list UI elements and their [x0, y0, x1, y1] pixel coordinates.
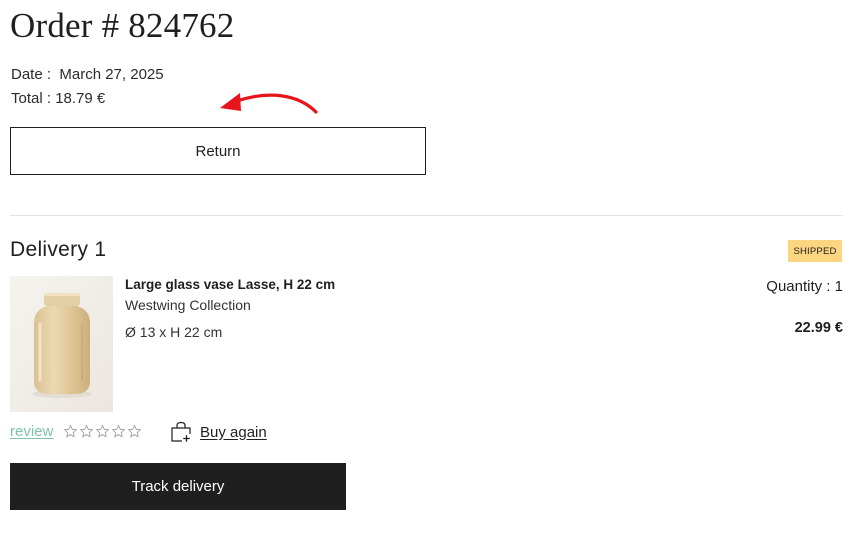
order-date-label: Date :	[11, 66, 52, 83]
section-divider	[10, 215, 843, 216]
red-curved-arrow-icon	[220, 93, 318, 114]
order-title: Order # 824762	[10, 6, 235, 45]
star-outline-icon[interactable]	[95, 424, 110, 439]
amber-glass-vase-image	[10, 276, 113, 412]
rating-stars[interactable]	[63, 424, 142, 439]
product-price: 22.99 €	[794, 320, 843, 336]
star-outline-icon[interactable]	[127, 424, 142, 439]
order-total-value: 18.79 €	[55, 90, 106, 107]
delivery-title: Delivery 1	[10, 238, 107, 261]
product-dimensions: Ø 13 x H 22 cm	[125, 324, 223, 340]
return-button[interactable]: Return	[10, 127, 426, 175]
star-outline-icon[interactable]	[111, 424, 126, 439]
review-link[interactable]: review	[10, 423, 53, 440]
buy-again-label[interactable]: Buy again	[200, 424, 267, 441]
product-image[interactable]	[10, 276, 113, 412]
order-detail-page: Order # 824762 Date : March 27, 2025 Tot…	[0, 0, 857, 539]
order-total: Total : 18.79 €	[11, 90, 105, 107]
order-total-label: Total :	[11, 90, 52, 107]
star-outline-icon[interactable]	[63, 424, 78, 439]
track-delivery-button[interactable]: Track delivery	[10, 463, 346, 510]
shopping-bag-plus-icon	[171, 421, 191, 443]
product-quantity: Quantity : 1	[766, 278, 843, 295]
star-outline-icon[interactable]	[79, 424, 94, 439]
product-brand: Westwing Collection	[125, 297, 251, 313]
product-name[interactable]: Large glass vase Lasse, H 22 cm	[125, 277, 335, 292]
order-date: Date : March 27, 2025	[11, 66, 164, 83]
buy-again-button[interactable]: Buy again	[170, 421, 267, 443]
order-date-value: March 27, 2025	[59, 66, 164, 83]
status-badge: SHIPPED	[788, 240, 842, 262]
